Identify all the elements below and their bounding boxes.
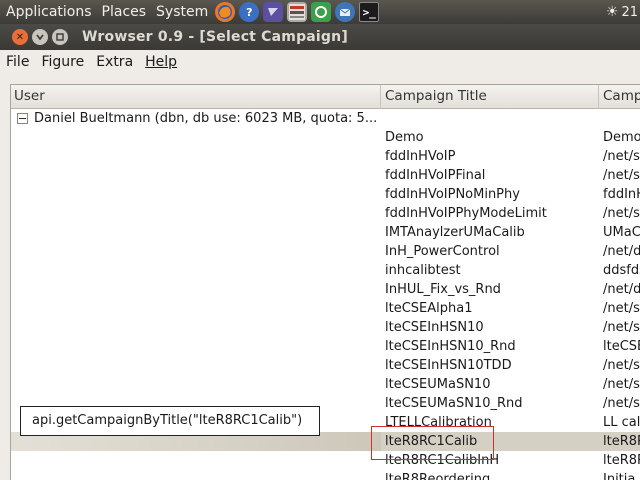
terminal-icon[interactable]: >_ [359,2,380,22]
firefox-icon[interactable] [215,2,236,22]
clock[interactable]: 21 [621,5,638,20]
campaign-title-cell: InH_PowerControl [385,244,500,259]
top-panel: Applications Places System ? >_ ☀ 21 [0,0,640,24]
campaign-row[interactable]: InH_PowerControl/net/d [11,242,640,261]
collapse-expander-icon[interactable] [17,113,28,124]
close-window-icon[interactable]: ✕ [12,29,28,45]
campaign-row[interactable]: lteCSEAlpha1/net/s [11,299,640,318]
campaign-title-cell: lteCSEUMaSN10 [385,377,491,392]
column-header-campaign-title[interactable]: Campaign Title [381,85,599,109]
campaign-row[interactable]: inhcalibtest ddsfds [11,261,640,280]
window-titlebar[interactable]: ✕ Wrowser 0.9 - [Select Campaign] [0,24,640,50]
window-title: Wrowser 0.9 - [Select Campaign] [82,29,348,45]
campaign-title-cell: IMTAnaylzerUMaCalib [385,225,525,240]
campaign-path-cell: /net/s [603,320,640,335]
thunderbird-icon[interactable] [335,2,356,22]
campaign-path-cell: LL cal [603,415,640,430]
applications-menu[interactable]: Applications [0,4,97,20]
user-label: Daniel Bueltmann (dbn, db use: 6023 MB, … [34,111,378,126]
campaign-title-cell: fddInHVoIPPhyModeLimit [385,206,547,221]
campaign-path-cell: /net/d [603,282,640,297]
menu-figure[interactable]: Figure [35,54,90,70]
campaign-path-cell: lteR8R [603,434,640,449]
campaign-row[interactable]: lteCSEInHSN10_Rnd lteCSE [11,337,640,356]
campaign-title-cell: lteCSEInHSN10_Rnd [385,339,516,354]
campaign-row[interactable]: fddInHVoIPNoMinPhy fddInH [11,185,640,204]
campaign-row[interactable]: fddInHVoIPFinal/net/s [11,166,640,185]
column-header-user[interactable]: User [11,85,381,109]
menu-help[interactable]: Help [139,54,183,70]
campaign-path-cell: fddInH [603,187,640,202]
menu-bar: File Figure Extra Help [0,50,640,74]
campaign-row[interactable]: Demo Demo [11,128,640,147]
campaign-row[interactable]: lteR8RC1CalibInHlteR8R [11,451,640,470]
campaign-title-cell: lteCSEInHSN10 [385,320,484,335]
campaign-title-cell: lteCSEAlpha1 [385,301,473,316]
tree-header: User Campaign Title Camp [11,85,640,109]
campaign-title-cell: lteR8Reordering [385,472,491,480]
system-tray: ☀ 21 [606,0,640,24]
campaign-path-cell: ddsfds [603,263,640,278]
campaign-path-cell: lteCSE [603,339,640,354]
campaign-title-cell: fddInHVoIPNoMinPhy [385,187,520,202]
campaign-path-cell: /net/s [603,396,640,411]
campaign-row[interactable]: lteCSEUMaSN10/net/s [11,375,640,394]
campaign-row[interactable]: lteCSEInHSN10/net/s [11,318,640,337]
campaign-path-cell: /net/s [603,358,640,373]
menu-extra[interactable]: Extra [90,54,139,70]
eclipse-icon[interactable] [263,2,284,22]
campaign-row[interactable]: IMTAnaylzerUMaCalib UMaC [11,223,640,242]
user-row[interactable]: Daniel Bueltmann (dbn, db use: 6023 MB, … [11,109,640,128]
campaign-title-cell: Demo [385,130,424,145]
help-icon[interactable]: ? [239,2,260,22]
minimize-window-icon[interactable] [32,29,48,45]
campaign-path-cell: Demo [603,130,640,145]
menu-file[interactable]: File [0,54,35,70]
campaign-row[interactable]: fddInHVoIP/net/s [11,147,640,166]
campaign-row[interactable]: fddInHVoIPPhyModeLimit/net/s [11,204,640,223]
campaign-path-cell: lteR8R [603,453,640,468]
campaign-path-cell: /net/s [603,149,640,164]
openwns-icon[interactable] [287,2,308,22]
campaign-row[interactable]: lteCSEInHSN10TDD/net/s [11,356,640,375]
campaign-path-cell: UMaC [603,225,640,240]
campaign-path-cell: /net/s [603,377,640,392]
campaign-title-cell: InHUL_Fix_vs_Rnd [385,282,501,297]
campaign-path-cell: /net/s [603,206,640,221]
campaign-title-cell: inhcalibtest [385,263,461,278]
campaign-title-cell: lteCSEInHSN10TDD [385,358,512,373]
selection-highlight-box [371,426,494,460]
weather-icon: ☀ [605,4,619,20]
campaign-path-cell: /net/d [603,244,640,259]
places-menu[interactable]: Places [97,4,152,20]
column-header-campaign-path[interactable]: Camp [599,85,640,109]
campaign-title-cell: lteCSEUMaSN10_Rnd [385,396,523,411]
system-menu[interactable]: System [151,4,213,20]
campaign-row[interactable]: InHUL_Fix_vs_Rnd/net/d [11,280,640,299]
campaign-path-cell: /net/s [603,301,640,316]
campaign-path-cell: /net/s [603,168,640,183]
campaign-row[interactable]: lteR8Reordering Initia [11,470,640,480]
api-call-annotation: api.getCampaignByTitle("lteR8RC1Calib") [20,406,320,436]
campaign-title-cell: fddInHVoIPFinal [385,168,486,183]
maximize-window-icon[interactable] [52,29,68,45]
campaign-path-cell: Initia [603,472,636,480]
campaign-title-cell: fddInHVoIP [385,149,456,164]
recycle-icon[interactable] [311,2,332,22]
